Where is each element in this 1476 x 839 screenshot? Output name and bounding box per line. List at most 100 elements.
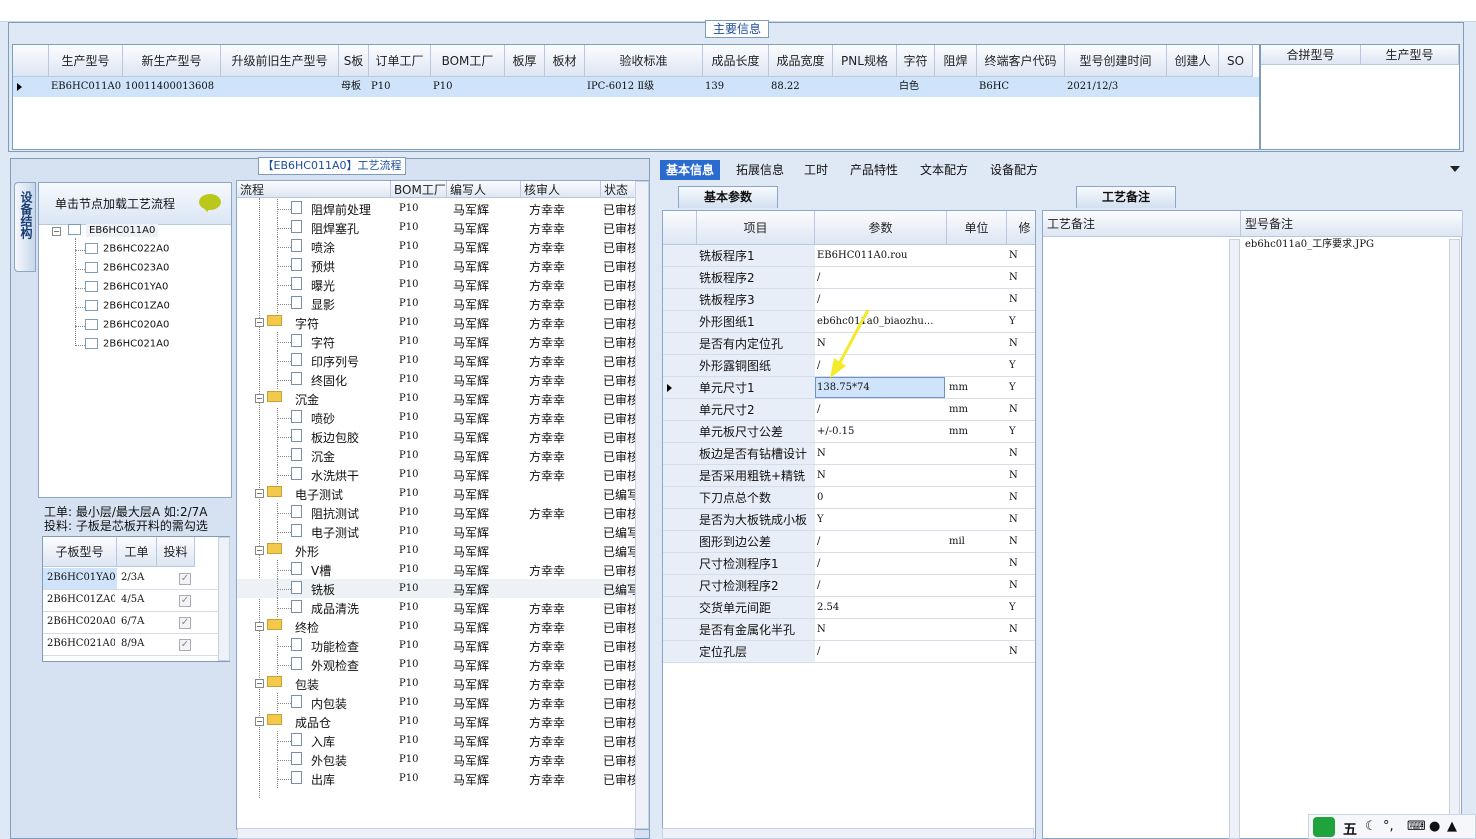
flow-row[interactable]: 水洗烘干 P10 马军辉 方幸幸 已审核 — [237, 465, 639, 484]
flow-row[interactable]: 沉金 P10 马军辉 方幸幸 已审核 — [237, 446, 639, 465]
flow-row[interactable]: 功能检查 P10 马军辉 方幸幸 已审核 — [237, 636, 639, 655]
flow-row[interactable]: 电子测试 P10 马军辉 已编写 — [237, 522, 639, 541]
flow-row[interactable]: 外观检查 P10 马军辉 方幸幸 已审核 — [237, 655, 639, 674]
param-row[interactable]: 定位孔层 / N — [663, 641, 1035, 663]
column-header[interactable]: 生产型号 — [49, 45, 123, 77]
flow-row[interactable]: 入库 P10 马军辉 方幸幸 已审核 — [237, 731, 639, 750]
tab-dropdown-icon[interactable] — [1450, 166, 1460, 172]
column-header[interactable]: 终端客户代码 — [977, 45, 1065, 77]
param-column-header[interactable]: 修 — [1007, 211, 1035, 245]
flow-row[interactable]: 曝光 P10 马军辉 方幸幸 已审核 — [237, 275, 639, 294]
feed-checkbox[interactable]: ✓ — [179, 595, 191, 607]
remark-column-header[interactable]: 型号备注 — [1241, 211, 1463, 237]
column-header[interactable]: 成品宽度 — [769, 45, 833, 77]
param-row[interactable]: 交货单元间距 2.54 Y — [663, 597, 1035, 619]
flow-row[interactable]: − 沉金 P10 马军辉 方幸幸 已审核 — [237, 389, 639, 408]
flow-row[interactable]: 印序列号 P10 马军辉 方幸幸 已审核 — [237, 351, 639, 370]
column-header[interactable]: 升级前旧生产型号 — [221, 45, 339, 77]
tree-node-child[interactable]: 2B6HC01YA0 — [85, 281, 168, 293]
flow-column-header[interactable]: 核审人 — [521, 181, 601, 198]
column-header[interactable]: 新生产型号 — [123, 45, 221, 77]
param-row[interactable]: 尺寸检测程序1 / N — [663, 553, 1035, 575]
flow-row[interactable]: 内包装 P10 马军辉 方幸幸 已审核 — [237, 693, 639, 712]
flow-row[interactable]: 预烘 P10 马军辉 方幸幸 已审核 — [237, 256, 639, 275]
param-row[interactable]: 单元尺寸2 / mm N — [663, 399, 1035, 421]
remark-scrollbar[interactable] — [1229, 239, 1240, 839]
flow-row[interactable]: 喷涂 P10 马军辉 方幸幸 已审核 — [237, 237, 639, 256]
tab-4[interactable]: 文本配方 — [914, 160, 974, 180]
column-header[interactable]: 板材 — [545, 45, 585, 77]
param-row[interactable]: 是否采用粗铣+精铣 N N — [663, 465, 1035, 487]
param-column-header[interactable]: 项目 — [697, 211, 815, 245]
flow-row[interactable]: − 成品仓 P10 马军辉 方幸幸 已审核 — [237, 712, 639, 731]
flow-row[interactable]: − 外形 P10 马军辉 已编写 — [237, 541, 639, 560]
param-row[interactable]: 铣板程序2 / N — [663, 267, 1035, 289]
flow-row[interactable]: − 电子测试 P10 马军辉 已编写 — [237, 484, 639, 503]
flow-horizontal-scrollbar[interactable] — [237, 828, 635, 839]
column-header[interactable]: 验收标准 — [585, 45, 703, 77]
column-header[interactable]: 型号创建时间 — [1065, 45, 1167, 77]
feed-checkbox[interactable]: ✓ — [179, 617, 191, 629]
remark-scrollbar[interactable] — [1449, 239, 1460, 839]
tree-collapse-toggle[interactable]: − — [255, 717, 264, 726]
param-row[interactable]: 单元板尺寸公差 +/-0.15 mm Y — [663, 421, 1035, 443]
column-header[interactable]: 阻焊 — [935, 45, 977, 77]
tree-collapse-toggle[interactable]: − — [255, 394, 264, 403]
tree-collapse-toggle[interactable]: − — [255, 546, 264, 555]
flow-column-header[interactable]: 流程 — [237, 181, 391, 198]
param-column-header[interactable]: 参数 — [815, 211, 947, 245]
feed-checkbox[interactable]: ✓ — [179, 639, 191, 651]
tab-0[interactable]: 基本信息 — [660, 160, 721, 180]
flow-row[interactable]: 显影 P10 马军辉 方幸幸 已审核 — [237, 294, 639, 313]
tab-equipment-structure[interactable]: 设备结构 — [14, 182, 36, 272]
flow-vertical-scrollbar[interactable] — [635, 181, 649, 829]
tree-collapse-toggle[interactable]: − — [255, 679, 264, 688]
param-row[interactable]: 铣板程序1 EB6HC011A0.rou N — [663, 245, 1035, 267]
merge-column-header[interactable]: 生产型号 — [1361, 45, 1459, 65]
feed-checkbox[interactable]: ✓ — [179, 573, 191, 585]
column-header[interactable]: 订单工厂 — [369, 45, 431, 77]
param-row[interactable]: 是否有金属化半孔 N N — [663, 619, 1035, 641]
tree-collapse-toggle[interactable]: − — [52, 227, 61, 236]
flow-row[interactable]: V槽 P10 马军辉 方幸幸 已审核 — [237, 560, 639, 579]
tab-3[interactable]: 产品特性 — [844, 160, 904, 180]
sub-column-header[interactable]: 投料 — [157, 537, 195, 567]
sub-column-header[interactable]: 工单 — [117, 537, 157, 567]
flow-row[interactable]: 喷砂 P10 马军辉 方幸幸 已审核 — [237, 408, 639, 427]
tree-collapse-toggle[interactable]: − — [255, 622, 264, 631]
param-row[interactable]: 图形到边公差 / mil N — [663, 531, 1035, 553]
column-header[interactable]: 字符 — [897, 45, 935, 77]
merge-column-header[interactable]: 合拼型号 — [1261, 45, 1361, 65]
process-flow-tree[interactable]: 流程 BOM工厂 编写人 核审人 状态 阻焊前处理 P10 马军辉 方幸幸 已审核 阻焊塞孔 P10 马… — [236, 180, 650, 830]
flow-row[interactable]: 出库 P10 马军辉 方幸幸 已审核 — [237, 769, 639, 788]
flow-row[interactable]: 板边包胶 P10 马军辉 方幸幸 已审核 — [237, 427, 639, 446]
flow-row[interactable]: 铣板 P10 马军辉 已编写 — [237, 579, 639, 598]
flow-column-header[interactable]: 编写人 — [447, 181, 521, 198]
param-column-header[interactable]: 单位 — [947, 211, 1007, 245]
sub-column-header[interactable]: 子板型号 — [43, 537, 117, 567]
ime-toolbar[interactable]: 五 ☾ °, ⌨ ● ▲ — [1308, 814, 1476, 839]
remark-column-header[interactable]: 工艺备注 — [1043, 211, 1241, 237]
column-header[interactable]: BOM工厂 — [431, 45, 505, 77]
flow-row[interactable]: 外包装 P10 马军辉 方幸幸 已审核 — [237, 750, 639, 769]
column-header[interactable]: 板厚 — [505, 45, 545, 77]
param-grid[interactable]: 项目 参数 单位修铣板程序1 EB6HC011A0.rou N 铣板程序2 / N 铣板程序3 /… — [662, 210, 1036, 839]
main-info-grid[interactable]: 生产型号 新生产型号 升级前旧生产型号 S板 订单工厂 BOM工厂 板厚 板材 验收标准 成品长度… — [12, 44, 1260, 150]
tree-node-child[interactable]: 2B6HC01ZA0 — [85, 300, 170, 312]
flow-row[interactable]: 阻焊前处理 P10 马军辉 方幸幸 已审核 — [237, 199, 639, 218]
subboard-grid[interactable]: 子板型号 工单 投料 2B6HC01YA0 2/3A ✓ 2B6HC01ZA0 4/5A ✓ 2B… — [42, 536, 230, 662]
param-row[interactable]: 是否为大板铣成小板 Y N — [663, 509, 1035, 531]
flow-row[interactable]: 成品清洗 P10 马军辉 方幸幸 已审核 — [237, 598, 639, 617]
tab-5[interactable]: 设备配方 — [984, 160, 1044, 180]
param-row[interactable]: 板边是否有钻槽设计 N N — [663, 443, 1035, 465]
column-header[interactable]: 创建人 — [1167, 45, 1219, 77]
tree-collapse-toggle[interactable]: − — [255, 489, 264, 498]
tab-1[interactable]: 拓展信息 — [730, 160, 790, 180]
subboard-scrollbar[interactable] — [218, 537, 230, 661]
flow-row[interactable]: − 终检 P10 马军辉 方幸幸 已审核 — [237, 617, 639, 636]
flow-row[interactable]: − 包装 P10 马军辉 方幸幸 已审核 — [237, 674, 639, 693]
model-remark-value[interactable]: eb6hc011a0_工序要求.JPG — [1245, 235, 1445, 255]
tree-node-child[interactable]: 2B6HC020A0 — [85, 319, 169, 331]
board-tree[interactable]: EB6HC011A0 − 2B6HC022A0 2B6HC023A0 2B6HC01YA… — [48, 222, 228, 352]
flow-column-header[interactable]: BOM工厂 — [391, 181, 447, 198]
